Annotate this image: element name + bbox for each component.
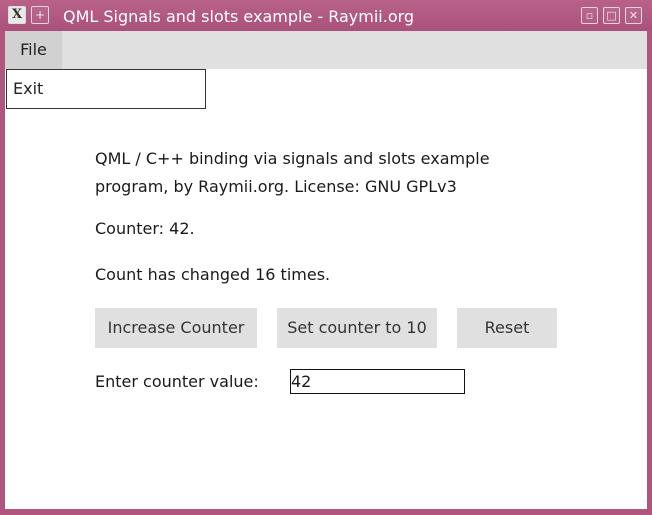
file-menu-dropdown: Exit	[6, 69, 206, 109]
menu-item-exit[interactable]: Exit	[13, 70, 43, 108]
change-count-text: Count has changed 16 times.	[95, 265, 331, 284]
window-content: File Exit QML / C++ binding via signals …	[5, 31, 647, 509]
minimize-icon[interactable]: ▫	[581, 7, 598, 24]
increase-counter-button[interactable]: Increase Counter	[95, 308, 257, 348]
counter-input-label: Enter counter value:	[95, 372, 259, 391]
counter-text: Counter: 42.	[95, 219, 195, 238]
window-title: QML Signals and slots example - Raymii.o…	[63, 7, 415, 26]
x-app-icon[interactable]: X	[8, 6, 26, 24]
maximize-icon[interactable]: □	[603, 7, 620, 24]
plus-icon[interactable]: +	[31, 6, 49, 24]
reset-button[interactable]: Reset	[457, 308, 557, 348]
description-text: QML / C++ binding via signals and slots …	[95, 149, 490, 196]
menu-file[interactable]: File	[5, 31, 62, 69]
app-window: X + QML Signals and slots example - Raym…	[0, 0, 652, 515]
counter-input[interactable]	[290, 369, 465, 394]
set-counter-button[interactable]: Set counter to 10	[277, 308, 437, 348]
close-icon[interactable]: ✕	[625, 7, 642, 24]
menu-bar: File	[5, 31, 647, 69]
title-bar[interactable]: X + QML Signals and slots example - Raym…	[0, 0, 652, 31]
